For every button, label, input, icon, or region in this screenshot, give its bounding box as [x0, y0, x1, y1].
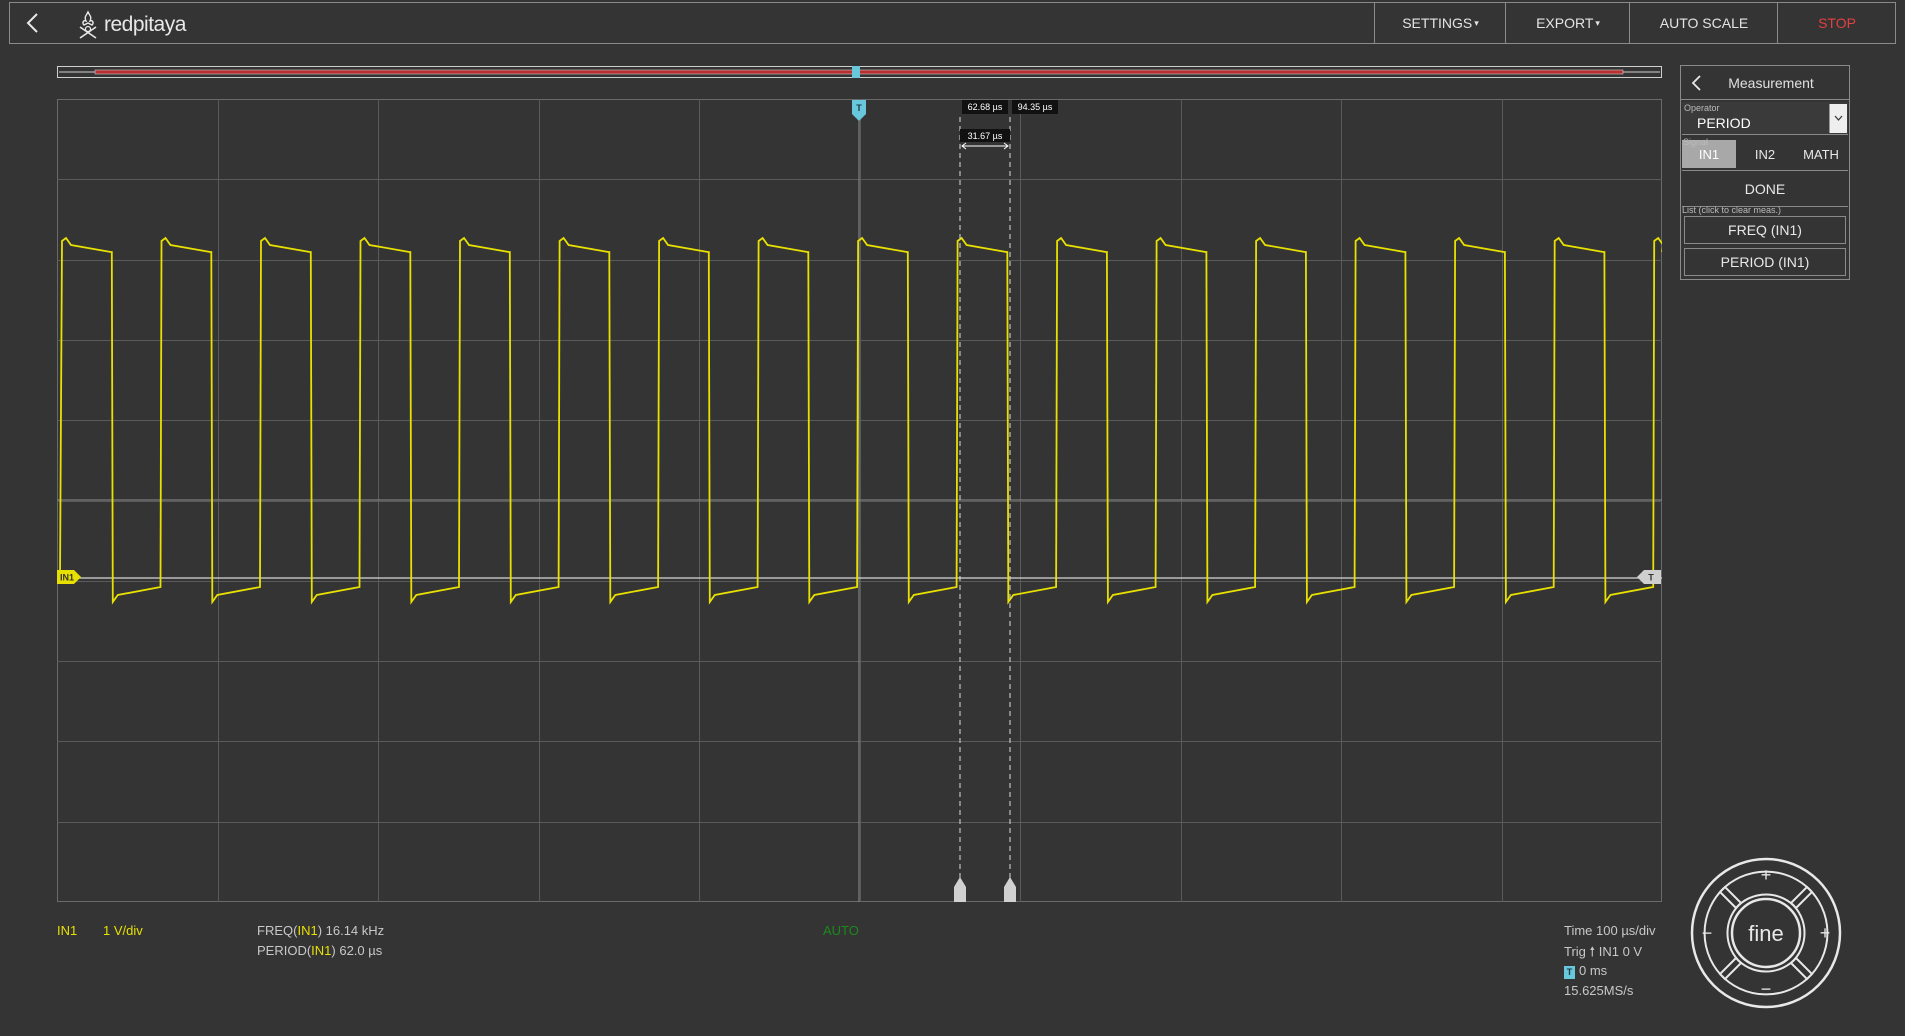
rising-edge-icon: 🠕 — [1589, 944, 1596, 959]
list-caption: List (click to clear meas.) — [1682, 205, 1782, 215]
cursor-1-label: 62.68 µs — [962, 100, 1008, 114]
stop-label: STOP — [1818, 15, 1856, 31]
autoscale-label: AUTO SCALE — [1659, 15, 1749, 31]
waveform-canvas[interactable]: 62.68 µs 94.35 µs 31.67 µs T IN1 T — [57, 99, 1665, 902]
measurement-title: Measurement — [1728, 75, 1814, 91]
trigger-mode: AUTO — [823, 923, 859, 938]
export-menu[interactable]: EXPORT ▾ — [1505, 3, 1630, 43]
time-offset: T0 ms — [1564, 963, 1607, 979]
trigger-offset-badge: T — [1564, 966, 1575, 979]
cursor-2-label: 94.35 µs — [1012, 100, 1058, 114]
signal-selector: Signal IN1 IN2 MATH — [1682, 137, 1848, 171]
svg-text:T: T — [856, 103, 862, 113]
signal-caption: Signal — [1683, 137, 1709, 147]
measurement-item-period[interactable]: PERIOD (IN1) — [1684, 248, 1846, 276]
measurement-item-freq[interactable]: FREQ (IN1) — [1684, 216, 1846, 244]
svg-text:+: + — [1761, 865, 1772, 885]
svg-text:−: − — [1761, 979, 1772, 999]
top-bar: redpitaya SETTINGS ▾ EXPORT ▾ AUTO SCALE S… — [9, 2, 1896, 44]
svg-text:T: T — [1648, 573, 1654, 583]
caret-down-icon: ▾ — [1474, 17, 1479, 28]
sample-rate: 15.625MS/s — [1564, 983, 1634, 998]
back-icon[interactable] — [22, 11, 44, 35]
svg-text:31.67 µs: 31.67 µs — [968, 131, 1003, 141]
svg-text:−: − — [1702, 923, 1713, 943]
svg-text:fine: fine — [1748, 921, 1783, 946]
signal-math-button[interactable]: MATH — [1794, 140, 1848, 168]
svg-text:+: + — [1820, 923, 1831, 943]
navigation-joystick[interactable]: fine + − − + — [1690, 857, 1842, 1009]
signal-in2-button[interactable]: IN2 — [1738, 140, 1792, 168]
svg-text:94.35 µs: 94.35 µs — [1018, 102, 1053, 112]
period-measurement: PERIOD(IN1) 62.0 µs — [257, 943, 383, 958]
buffer-position-slider[interactable] — [57, 65, 1662, 79]
chevron-down-icon — [1829, 104, 1847, 133]
svg-text:62.68 µs: 62.68 µs — [968, 102, 1003, 112]
export-label: EXPORT — [1536, 15, 1594, 31]
cursor-delta: 31.67 µs — [960, 129, 1010, 150]
trigger-info: Trig 🠕 IN1 0 V — [1564, 944, 1643, 959]
stop-button[interactable]: STOP — [1777, 3, 1896, 43]
logo: redpitaya — [76, 9, 186, 41]
oscilloscope-display[interactable]: 62.68 µs 94.35 µs 31.67 µs T IN1 T — [57, 99, 1665, 902]
settings-label: SETTINGS — [1402, 15, 1473, 31]
operator-value: PERIOD — [1697, 115, 1751, 131]
time-scale: Time 100 µs/div — [1564, 923, 1656, 938]
channel-name: IN1 — [57, 923, 78, 938]
caret-down-icon: ▾ — [1595, 17, 1600, 28]
channel-scale: 1 V/div — [103, 923, 143, 938]
operator-select[interactable]: Operator PERIOD — [1682, 102, 1848, 135]
svg-text:IN1: IN1 — [60, 573, 74, 583]
done-button[interactable]: DONE — [1682, 172, 1848, 207]
settings-menu[interactable]: SETTINGS ▾ — [1374, 3, 1506, 43]
measurement-panel: Measurement Operator PERIOD Signal IN1 I… — [1680, 65, 1850, 280]
freq-measurement: FREQ(IN1) 16.14 kHz — [257, 923, 385, 938]
autoscale-button[interactable]: AUTO SCALE — [1629, 3, 1778, 43]
buffer-slider-handle[interactable] — [852, 66, 860, 78]
logo-text: redpitaya — [104, 13, 186, 36]
measurement-panel-header: Measurement — [1681, 66, 1849, 100]
operator-caption: Operator — [1684, 103, 1720, 113]
redpitaya-logo-icon — [79, 10, 97, 39]
